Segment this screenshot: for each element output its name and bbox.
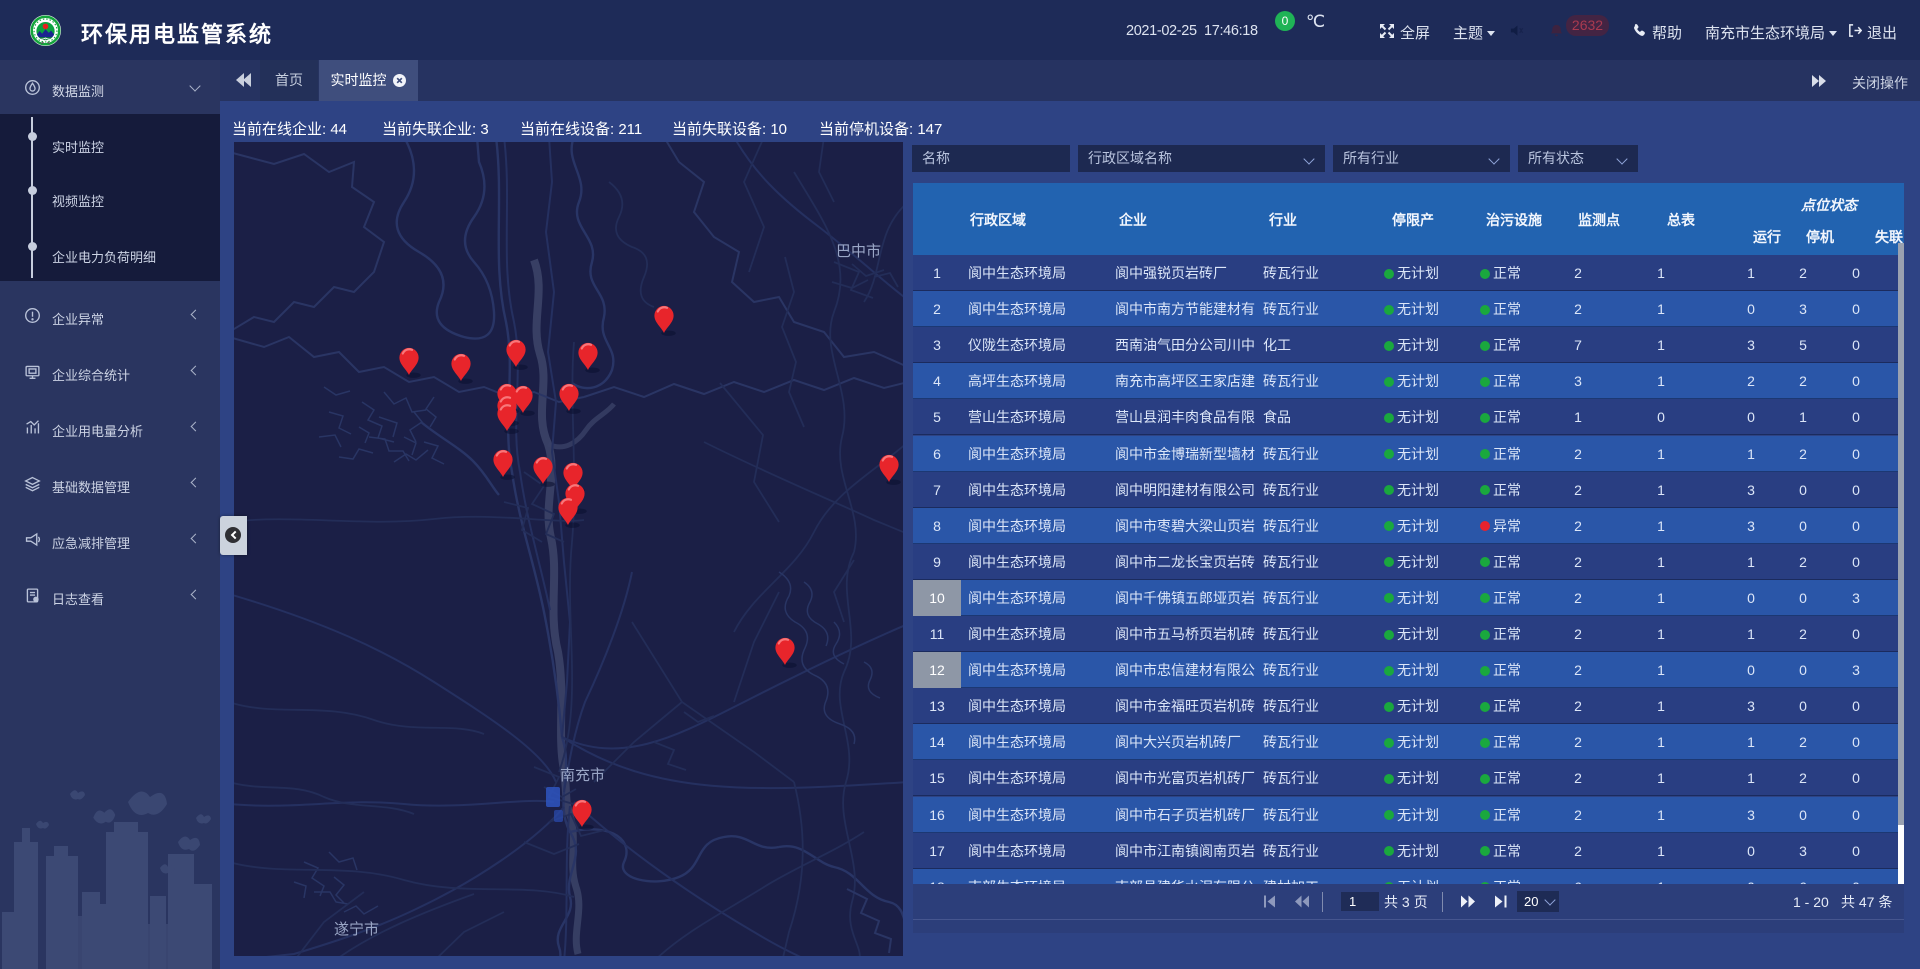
svg-text:遂宁市: 遂宁市 — [334, 921, 379, 938]
svg-text:巴中市: 巴中市 — [836, 243, 881, 260]
svg-text:南充市: 南充市 — [560, 767, 605, 784]
